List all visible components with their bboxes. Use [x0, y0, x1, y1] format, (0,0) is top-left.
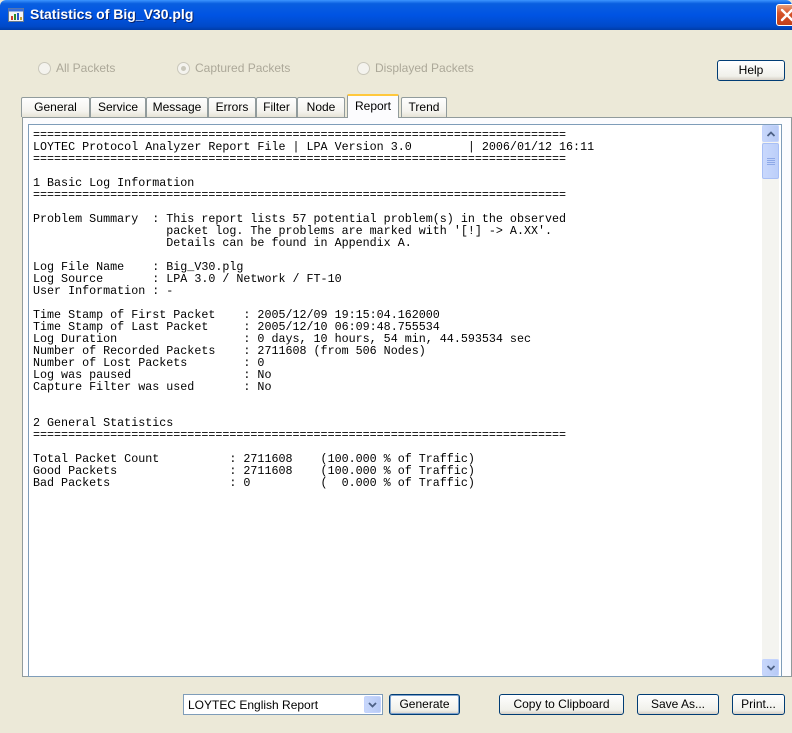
print-button[interactable]: Print...	[732, 694, 785, 715]
report-line: ========================================…	[33, 429, 567, 441]
report-line: Capture Filter was used : No	[33, 381, 272, 393]
radio-label: Captured Packets	[195, 61, 291, 75]
scroll-down-button[interactable]	[762, 659, 779, 676]
window-title: Statistics of Big_V30.plg	[30, 6, 194, 22]
report-line: Details can be found in Appendix A.	[33, 237, 412, 249]
report-line: ========================================…	[33, 153, 567, 165]
report-line	[33, 165, 761, 177]
report-line: 2 General Statistics	[33, 417, 174, 429]
tab-report[interactable]: Report	[347, 94, 399, 118]
report-line: Log Source : LPA 3.0 / Network / FT-10	[33, 273, 342, 285]
report-line	[33, 393, 761, 405]
report-line: LOYTEC Protocol Analyzer Report File | L…	[33, 141, 595, 153]
thumb-grip	[767, 162, 775, 163]
report-line: Time Stamp of First Packet : 2005/12/09 …	[33, 309, 440, 321]
report-line	[33, 249, 761, 261]
report-text-area[interactable]: ========================================…	[28, 124, 782, 677]
tab-strip: General Service Message Errors Filter No…	[21, 94, 791, 118]
radio-captured-packets[interactable]: Captured Packets	[177, 58, 290, 78]
chevron-up-icon	[767, 131, 775, 137]
radio-all-packets[interactable]: All Packets	[38, 58, 115, 78]
dropdown-button[interactable]	[364, 696, 381, 713]
thumb-grip	[767, 158, 775, 159]
tab-filter[interactable]: Filter	[256, 97, 297, 117]
chart-window-icon	[8, 7, 24, 23]
radio-label: Displayed Packets	[375, 61, 474, 75]
report-line: Log File Name : Big_V30.plg	[33, 261, 244, 273]
report-type-value: LOYTEC English Report	[188, 698, 319, 712]
scroll-up-button[interactable]	[762, 125, 779, 142]
tab-trend[interactable]: Trend	[401, 97, 447, 117]
report-line	[33, 441, 761, 453]
report-line	[33, 405, 761, 417]
report-line: 1 Basic Log Information	[33, 177, 195, 189]
tab-service[interactable]: Service	[90, 97, 146, 117]
scroll-thumb[interactable]	[762, 143, 779, 179]
tab-errors[interactable]: Errors	[208, 97, 256, 117]
save-as-button[interactable]: Save As...	[637, 694, 719, 715]
bottom-toolbar: LOYTEC English Report Generate Copy to C…	[0, 690, 792, 720]
radio-displayed-packets[interactable]: Displayed Packets	[357, 58, 474, 78]
report-line	[33, 201, 761, 213]
tab-general[interactable]: General	[21, 97, 90, 117]
packet-filter-radios: All Packets Captured Packets Displayed P…	[0, 58, 792, 82]
report-line: Number of Recorded Packets : 2711608 (fr…	[33, 345, 426, 357]
report-line: ========================================…	[33, 129, 567, 141]
report-line: Total Packet Count : 2711608 (100.000 % …	[33, 453, 475, 465]
report-line: User Information : -	[33, 285, 174, 297]
report-tab-panel: ========================================…	[22, 117, 792, 677]
report-line: Number of Lost Packets : 0	[33, 357, 265, 369]
report-line: ========================================…	[33, 189, 567, 201]
statistics-window: Statistics of Big_V30.plg All Packets Ca…	[0, 0, 792, 733]
thumb-grip	[767, 164, 775, 165]
generate-button[interactable]: Generate	[389, 694, 460, 715]
radio-circle	[38, 61, 51, 75]
report-line: packet log. The problems are marked with…	[33, 225, 553, 237]
help-button[interactable]: Help	[717, 60, 785, 81]
chevron-down-icon	[767, 665, 775, 671]
report-line: Good Packets : 2711608 (100.000 % of Tra…	[33, 465, 475, 477]
radio-circle	[177, 61, 190, 75]
tab-node[interactable]: Node	[297, 97, 345, 117]
radio-label: All Packets	[56, 61, 116, 75]
report-line: Bad Packets : 0 ( 0.000 % of Traffic)	[33, 477, 475, 489]
thumb-grip	[767, 160, 775, 161]
radio-circle	[357, 61, 370, 75]
copy-to-clipboard-button[interactable]: Copy to Clipboard	[499, 694, 624, 715]
report-line: Log was paused : No	[33, 369, 272, 381]
report-line: Log Duration : 0 days, 10 hours, 54 min,…	[33, 333, 531, 345]
report-line: Time Stamp of Last Packet : 2005/12/10 0…	[33, 321, 440, 333]
vertical-scrollbar[interactable]	[762, 125, 779, 676]
title-bar[interactable]: Statistics of Big_V30.plg	[0, 0, 792, 30]
tab-message[interactable]: Message	[146, 97, 208, 117]
chevron-down-icon	[368, 702, 377, 708]
report-type-select[interactable]: LOYTEC English Report	[183, 694, 383, 715]
report-content: ========================================…	[33, 129, 761, 489]
close-icon	[780, 8, 792, 22]
report-line	[33, 297, 761, 309]
report-line: Problem Summary : This report lists 57 p…	[33, 213, 567, 225]
close-button[interactable]	[776, 4, 792, 26]
